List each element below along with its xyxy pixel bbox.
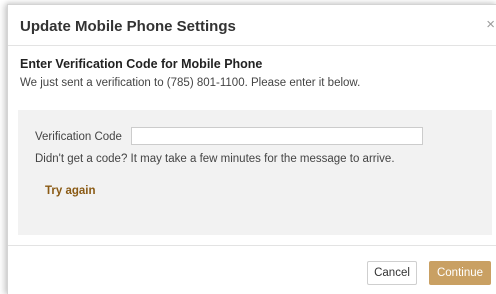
page: Update Mobile Phone Settings × Enter Ver… [0,0,496,294]
hint-text: Didn't get a code? It may take a few min… [35,153,395,165]
verification-code-input[interactable] [131,127,423,145]
section-description: We just sent a verification to (785) 801… [20,77,361,89]
section-heading: Enter Verification Code for Mobile Phone [20,57,263,71]
continue-button[interactable]: Continue [429,261,491,285]
footer-divider [8,245,496,246]
update-phone-dialog: Update Mobile Phone Settings × Enter Ver… [7,4,496,294]
try-again-link[interactable]: Try again [45,185,96,197]
verification-code-label: Verification Code [35,131,122,143]
verification-panel: Verification Code Didn't get a code? It … [18,110,492,235]
dialog-title: Update Mobile Phone Settings [20,18,236,35]
close-icon[interactable]: × [486,17,495,32]
cancel-button[interactable]: Cancel [367,261,417,285]
dialog-header: Update Mobile Phone Settings × [8,5,496,46]
